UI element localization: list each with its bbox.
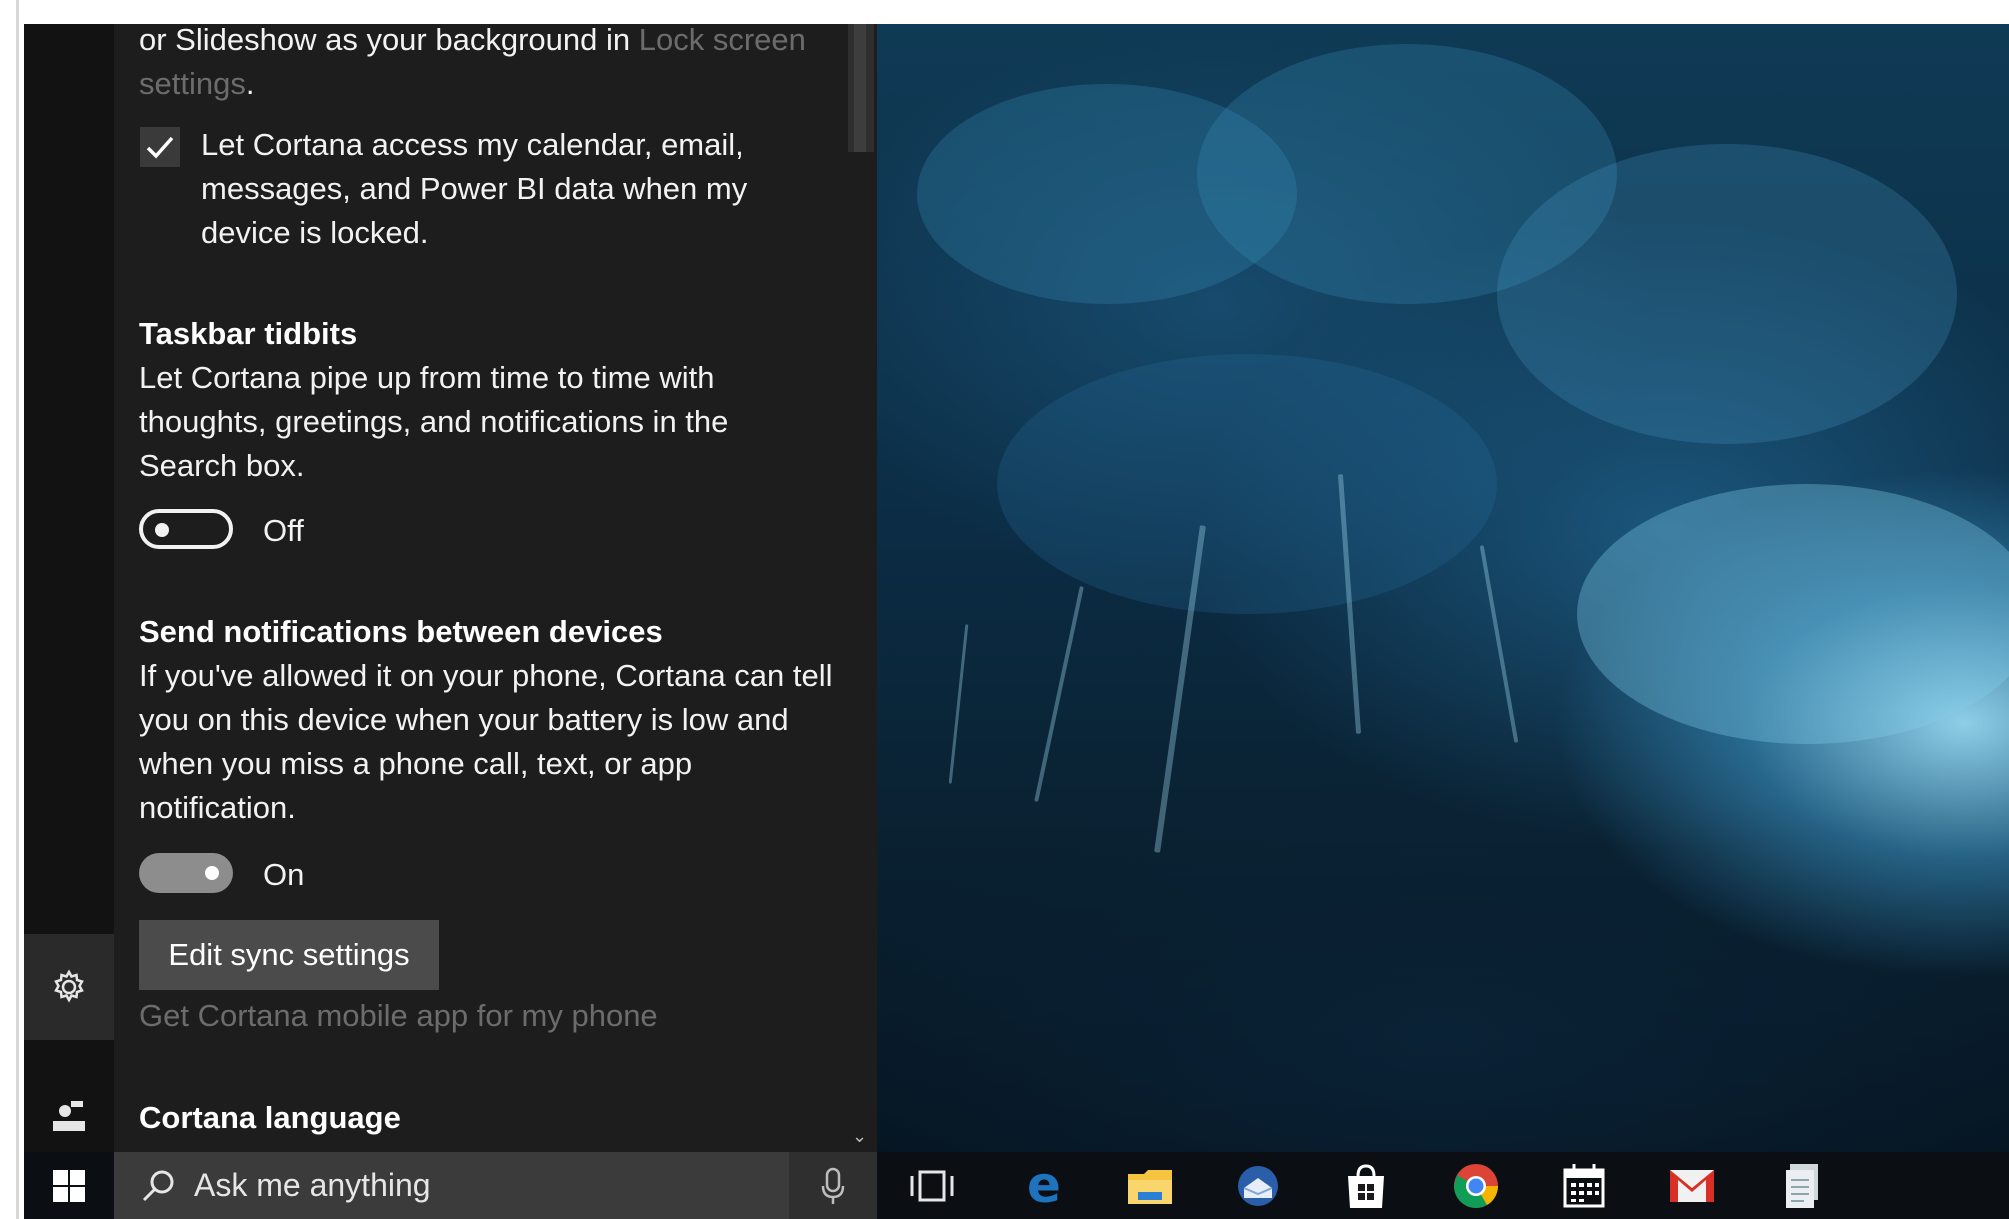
- chrome-icon: [1454, 1164, 1498, 1208]
- taskbar-tidbits-state: Off: [263, 513, 304, 548]
- taskbar-tidbits-toggle[interactable]: [139, 509, 233, 549]
- edge-taskbar-button[interactable]: e: [1016, 1160, 1072, 1212]
- file-explorer-taskbar-button[interactable]: [1122, 1160, 1178, 1212]
- start-button[interactable]: [24, 1152, 114, 1219]
- calendar-icon: [1563, 1164, 1605, 1208]
- cortana-side-rail: [24, 24, 114, 1152]
- intro-period: .: [245, 66, 255, 101]
- settings-button[interactable]: [24, 934, 114, 1040]
- checkmark-icon: [146, 136, 174, 159]
- search-placeholder: Ask me anything: [194, 1167, 431, 1203]
- task-view-button[interactable]: [904, 1160, 960, 1212]
- left-border: [16, 0, 19, 1219]
- microphone-button[interactable]: [789, 1152, 877, 1219]
- desktop-wallpaper: [877, 24, 2009, 1152]
- search-icon: [142, 1170, 174, 1201]
- store-icon: [1348, 1164, 1384, 1208]
- send-notifications-description: If you've allowed it on your phone, Cort…: [139, 658, 833, 825]
- toggle-knob: [205, 866, 219, 880]
- lock-screen-intro: or Slideshow as your background in Lock …: [139, 18, 839, 106]
- gmail-icon: [1670, 1170, 1714, 1202]
- taskbar-tidbits-description: Let Cortana pipe up from time to time wi…: [139, 360, 729, 483]
- windows-logo-icon: [53, 1169, 85, 1202]
- send-notifications-state: On: [263, 857, 305, 892]
- edit-sync-settings-button[interactable]: Edit sync settings: [139, 920, 439, 990]
- intro-text: or Slideshow as your background in: [139, 22, 631, 57]
- cortana-language-heading: Cortana language: [139, 1100, 401, 1135]
- lock-access-label: Let Cortana access my calendar, email, m…: [201, 127, 748, 250]
- notebook-icon: [53, 1101, 85, 1131]
- get-mobile-app-link[interactable]: Get Cortana mobile app for my phone: [139, 994, 658, 1038]
- svg-text:e: e: [1027, 1162, 1061, 1210]
- send-notifications-toggle[interactable]: [139, 853, 233, 893]
- documents-taskbar-button[interactable]: [1774, 1160, 1830, 1212]
- search-box[interactable]: Ask me anything: [114, 1152, 877, 1219]
- documents-icon: [1786, 1164, 1818, 1208]
- scroll-down-arrow[interactable]: ⌄: [852, 1126, 867, 1147]
- gmail-taskbar-button[interactable]: [1664, 1160, 1720, 1212]
- thunderbird-taskbar-button[interactable]: [1230, 1160, 1286, 1212]
- taskbar-tidbits-heading: Taskbar tidbits: [139, 316, 358, 351]
- lock-access-checkbox[interactable]: [140, 127, 180, 167]
- microphone-icon: [821, 1167, 845, 1204]
- calendar-taskbar-button[interactable]: [1556, 1160, 1612, 1212]
- thunderbird-icon: [1238, 1166, 1278, 1206]
- chrome-taskbar-button[interactable]: [1448, 1160, 1504, 1212]
- scrollbar-thumb[interactable]: [854, 24, 866, 152]
- edge-icon: e: [1027, 1162, 1061, 1210]
- panel-scrollbar[interactable]: [848, 24, 874, 152]
- task-view-icon: [910, 1170, 954, 1202]
- toggle-knob: [155, 523, 169, 537]
- gear-icon: [54, 969, 84, 1003]
- send-notifications-heading: Send notifications between devices: [139, 614, 663, 649]
- store-taskbar-button[interactable]: [1338, 1160, 1394, 1212]
- file-explorer-icon: [1128, 1170, 1172, 1204]
